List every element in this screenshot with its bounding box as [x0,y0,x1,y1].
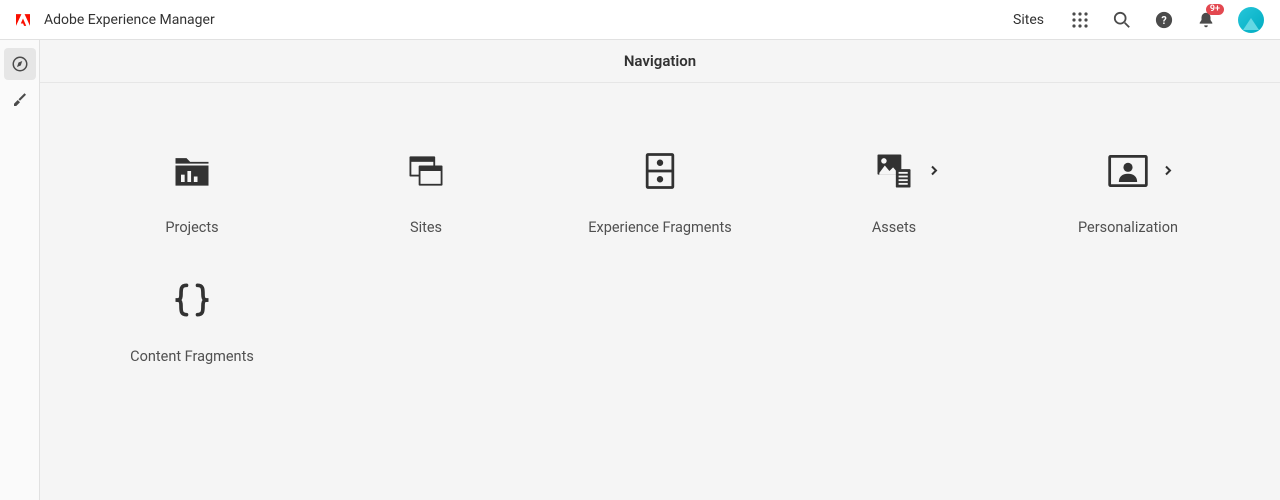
adobe-logo-icon [16,13,30,27]
main: Navigation Projects [40,40,1280,500]
tile-label: Assets [872,219,916,236]
content-fragments-icon [164,272,220,328]
chevron-right-icon [1162,162,1174,181]
tile-projects[interactable]: Projects [102,143,282,236]
personalization-icon [1100,143,1156,199]
help-icon[interactable]: ? [1154,10,1174,30]
top-bar: Adobe Experience Manager Sites ? 9+ [0,0,1280,40]
tile-label: Projects [165,219,218,236]
app-title: Adobe Experience Manager [44,12,215,28]
assets-icon [866,143,922,199]
sites-icon [398,143,454,199]
layout: Navigation Projects [0,40,1280,500]
tile-personalization[interactable]: Personalization [1038,143,1218,236]
notifications-icon[interactable]: 9+ [1196,10,1216,30]
tile-label: Content Fragments [130,348,254,365]
experience-fragments-icon [632,143,688,199]
page-title: Navigation [624,52,696,70]
svg-text:?: ? [1161,14,1166,27]
tile-sites[interactable]: Sites [336,143,516,236]
tile-label: Experience Fragments [588,219,731,236]
tile-label: Personalization [1078,219,1178,236]
tile-content-fragments[interactable]: Content Fragments [102,272,282,365]
topbar-actions: ? 9+ [1070,7,1264,33]
tile-experience-fragments[interactable]: Experience Fragments [570,143,750,236]
tile-assets[interactable]: Assets [804,143,984,236]
rail-navigation-icon[interactable] [4,48,36,80]
apps-icon[interactable] [1070,10,1090,30]
chevron-right-icon [928,162,940,181]
tile-label: Sites [410,219,442,236]
projects-icon [164,143,220,199]
notification-badge: 9+ [1206,4,1224,16]
search-icon[interactable] [1112,10,1132,30]
left-rail [0,40,40,500]
rail-tools-icon[interactable] [4,84,36,116]
main-header: Navigation [40,40,1280,83]
context-label[interactable]: Sites [1013,12,1044,28]
avatar[interactable] [1238,7,1264,33]
tile-grid: Projects Sites [40,83,1280,500]
